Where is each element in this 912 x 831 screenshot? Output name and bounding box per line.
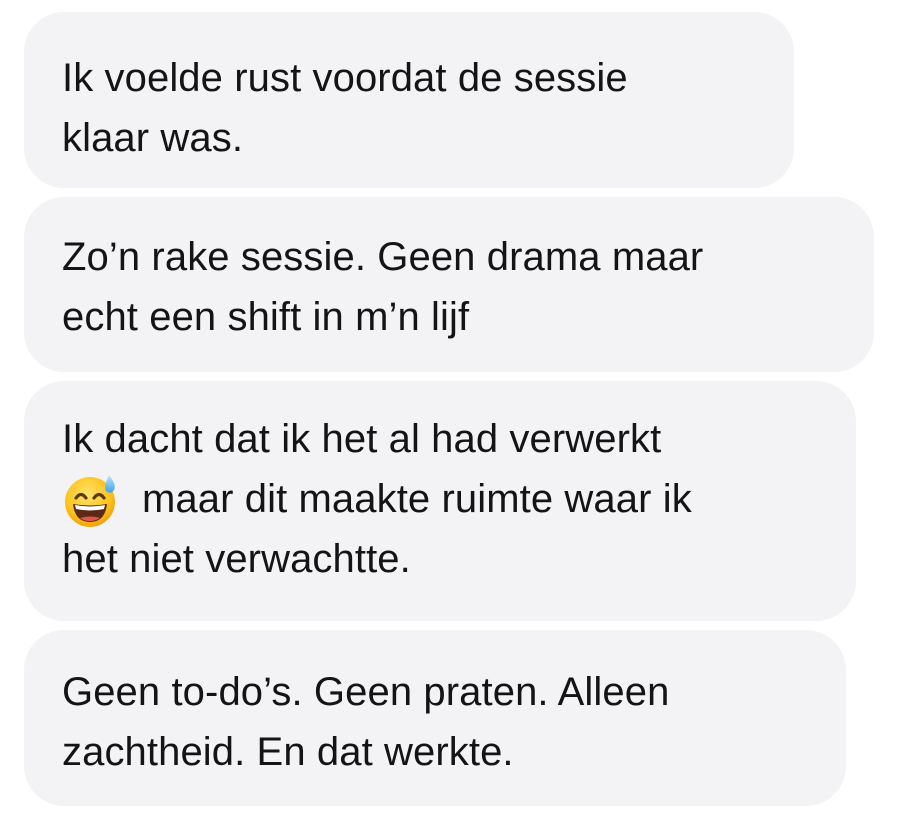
message-bubble[interactable]: Ik voelde rust voordat de sessie klaar w…: [24, 12, 794, 188]
message-text: Geen to-do’s. Geen praten. Alleen: [62, 670, 670, 714]
message-bubble[interactable]: Ik dacht dat ik het al had verwerkt maar…: [24, 381, 856, 621]
message-bubble[interactable]: Zo’n rake sessie. Geen drama maar echt e…: [24, 197, 874, 372]
message-text: zachtheid. En dat werkte.: [62, 730, 514, 774]
message-text: Zo’n rake sessie. Geen drama maar: [62, 235, 704, 279]
message-text: klaar was.: [62, 116, 244, 160]
grinning-face-with-sweat-icon: [62, 469, 120, 529]
message-text: Ik dacht dat ik het al had verwerkt: [62, 417, 662, 461]
message-text: maar dit maakte ruimte waar ik: [142, 477, 692, 521]
message-text: Ik voelde rust voordat de sessie: [62, 56, 628, 100]
message-thread: Ik voelde rust voordat de sessie klaar w…: [0, 0, 912, 831]
message-text-with-emoji: maar dit maakte ruimte waar ik: [62, 469, 818, 529]
message-bubble[interactable]: Geen to-do’s. Geen praten. Alleen zachth…: [24, 630, 846, 806]
message-text: het niet verwachtte.: [62, 537, 411, 581]
message-text: echt een shift in m’n lijf: [62, 295, 470, 339]
